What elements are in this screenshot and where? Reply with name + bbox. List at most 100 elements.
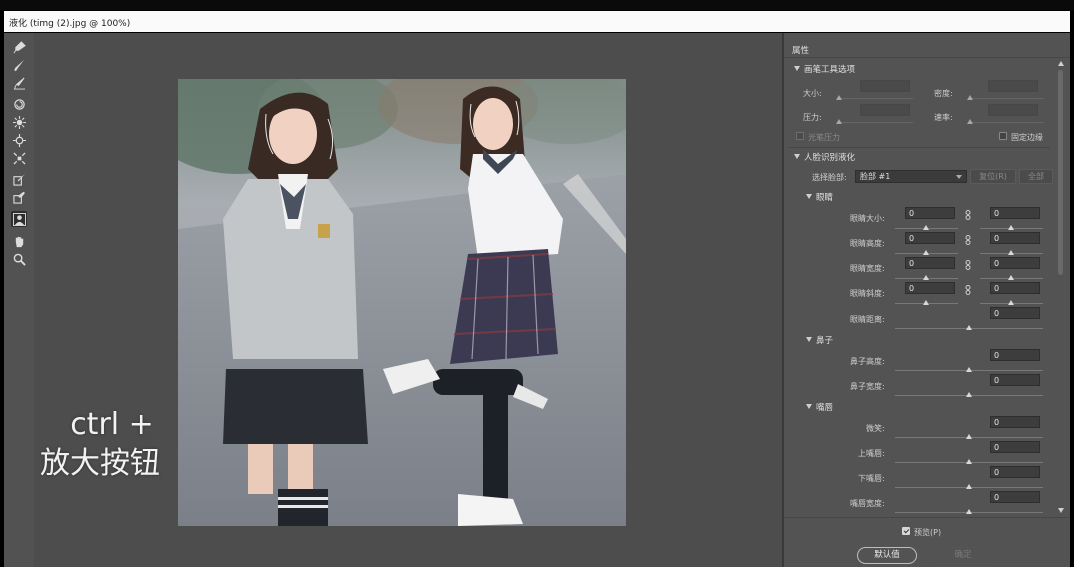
footer-divider — [784, 517, 1070, 518]
window-title: 液化 (timg (2).jpg @ 100%) — [9, 19, 131, 29]
nose-title: 鼻子 — [816, 336, 834, 346]
eye-height-label: 眼睛高度: — [850, 239, 885, 248]
eye-height-left-field[interactable]: 0 — [905, 232, 955, 244]
brush-pressure-label: 压力: — [803, 113, 822, 122]
thaw-mask-tool-icon[interactable] — [11, 189, 27, 205]
eye-width-left-knob[interactable] — [923, 275, 929, 280]
nose-width-field[interactable]: 0 — [990, 374, 1040, 386]
select-face-label: 选择脸部: — [812, 173, 847, 182]
freeze-mask-tool-icon[interactable] — [11, 171, 27, 187]
eyes-title: 眼睛 — [816, 193, 834, 203]
brush-size-knob — [836, 95, 842, 100]
eye-width-left-field[interactable]: 0 — [905, 257, 955, 269]
ok-button[interactable]: 确定 — [933, 547, 993, 564]
face-tool-icon[interactable] — [11, 211, 27, 227]
reconstruct-tool-icon[interactable] — [11, 57, 27, 73]
eye-tilt-right-field[interactable]: 0 — [990, 282, 1040, 294]
default-button[interactable]: 默认值 — [857, 547, 917, 564]
eye-width-label: 眼睛宽度: — [850, 264, 885, 273]
eye-width-right-knob[interactable] — [1008, 275, 1014, 280]
eye-size-right-field[interactable]: 0 — [990, 207, 1040, 219]
scroll-up-icon[interactable] — [1058, 61, 1064, 66]
scroll-down-icon[interactable] — [1058, 508, 1064, 513]
pin-edges-label: 固定边缘 — [1011, 133, 1043, 142]
smile-field[interactable]: 0 — [990, 416, 1040, 428]
eye-size-label: 眼睛大小: — [850, 214, 885, 223]
eye-tilt-right-knob[interactable] — [1008, 300, 1014, 305]
panel-scrollbar[interactable] — [1056, 60, 1065, 514]
brush-section-collapse-icon[interactable] — [794, 66, 800, 71]
lower-lip-field[interactable]: 0 — [990, 466, 1040, 478]
nose-height-knob[interactable] — [966, 367, 972, 372]
eye-tilt-left-knob[interactable] — [923, 300, 929, 305]
brush-rate-field — [988, 104, 1038, 116]
eye-width-right-field[interactable]: 0 — [990, 257, 1040, 269]
panel-title-divider — [784, 57, 1070, 58]
nose-width-label: 鼻子宽度: — [850, 382, 885, 391]
brush-section-title: 画笔工具选项 — [804, 65, 856, 75]
photo-preview[interactable] — [178, 79, 626, 526]
panel-title: 属性 — [792, 46, 810, 56]
eye-size-left-knob[interactable] — [923, 225, 929, 230]
brush-size-slider — [837, 98, 913, 99]
eye-height-right-field[interactable]: 0 — [990, 232, 1040, 244]
eye-height-link-icon[interactable] — [965, 235, 971, 245]
brush-rate-label: 速率: — [934, 113, 953, 122]
face-section-title: 人脸识别液化 — [804, 153, 856, 163]
brush-pressure-slider — [837, 122, 913, 123]
reset-button[interactable]: 复位(R) — [970, 169, 1016, 184]
panel-scrollbar-thumb[interactable] — [1058, 70, 1063, 275]
all-button[interactable]: 全部 — [1019, 169, 1053, 184]
mouth-collapse-icon[interactable] — [806, 404, 812, 409]
preview-label: 预览(P) — [914, 528, 942, 537]
brush-pressure-knob — [836, 119, 842, 124]
window-titlebar: 液化 (timg (2).jpg @ 100%) — [4, 11, 1070, 32]
eyes-collapse-icon[interactable] — [806, 194, 812, 199]
nose-height-label: 鼻子高度: — [850, 357, 885, 366]
push-left-tool-icon[interactable] — [11, 150, 27, 166]
stylus-pressure-checkbox[interactable] — [796, 132, 804, 140]
eye-tilt-left-field[interactable]: 0 — [905, 282, 955, 294]
face-section-collapse-icon[interactable] — [794, 154, 800, 159]
brush-density-slider — [968, 98, 1044, 99]
eye-height-left-knob[interactable] — [923, 250, 929, 255]
upper-lip-field[interactable]: 0 — [990, 441, 1040, 453]
eye-width-link-icon[interactable] — [965, 260, 971, 270]
pin-edges-checkbox[interactable] — [999, 132, 1007, 140]
eye-distance-knob[interactable] — [966, 325, 972, 330]
brush-rate-knob — [967, 119, 973, 124]
select-face-dropdown[interactable]: 脸部 #1 — [855, 170, 967, 183]
twirl-tool-icon[interactable] — [11, 96, 27, 112]
eye-distance-label: 眼睛距离: — [850, 315, 885, 324]
hand-tool-icon[interactable] — [11, 233, 27, 249]
nose-width-knob[interactable] — [966, 392, 972, 397]
lower-lip-knob[interactable] — [966, 484, 972, 489]
upper-lip-knob[interactable] — [966, 459, 972, 464]
forward-warp-tool-icon[interactable] — [11, 39, 27, 55]
overlay-line-2: 放大按钮 — [40, 446, 160, 481]
mouth-width-knob[interactable] — [966, 509, 972, 514]
smile-knob[interactable] — [966, 434, 972, 439]
eye-tilt-link-icon[interactable] — [965, 285, 971, 295]
upper-lip-label: 上嘴唇: — [858, 449, 885, 458]
pucker-tool-icon[interactable] — [11, 114, 27, 130]
nose-collapse-icon[interactable] — [806, 337, 812, 342]
mouth-width-label: 嘴唇宽度: — [850, 499, 885, 508]
zoom-tool-icon[interactable] — [11, 251, 27, 267]
lower-lip-label: 下嘴唇: — [858, 474, 885, 483]
eye-size-left-field[interactable]: 0 — [905, 207, 955, 219]
smooth-tool-icon[interactable] — [11, 75, 27, 91]
mouth-width-field[interactable]: 0 — [990, 491, 1040, 503]
stylus-pressure-label: 光笔压力 — [808, 133, 840, 142]
tool-palette — [4, 33, 34, 567]
eye-size-right-knob[interactable] — [1008, 225, 1014, 230]
nose-height-field[interactable]: 0 — [990, 349, 1040, 361]
preview-checkbox[interactable] — [902, 527, 910, 535]
smile-label: 微笑: — [866, 424, 885, 433]
brush-density-knob — [967, 95, 973, 100]
bloat-tool-icon[interactable] — [11, 132, 27, 148]
section-divider — [788, 147, 1050, 148]
eye-height-right-knob[interactable] — [1008, 250, 1014, 255]
eye-size-link-icon[interactable] — [965, 210, 971, 220]
eye-distance-field[interactable]: 0 — [990, 307, 1040, 319]
